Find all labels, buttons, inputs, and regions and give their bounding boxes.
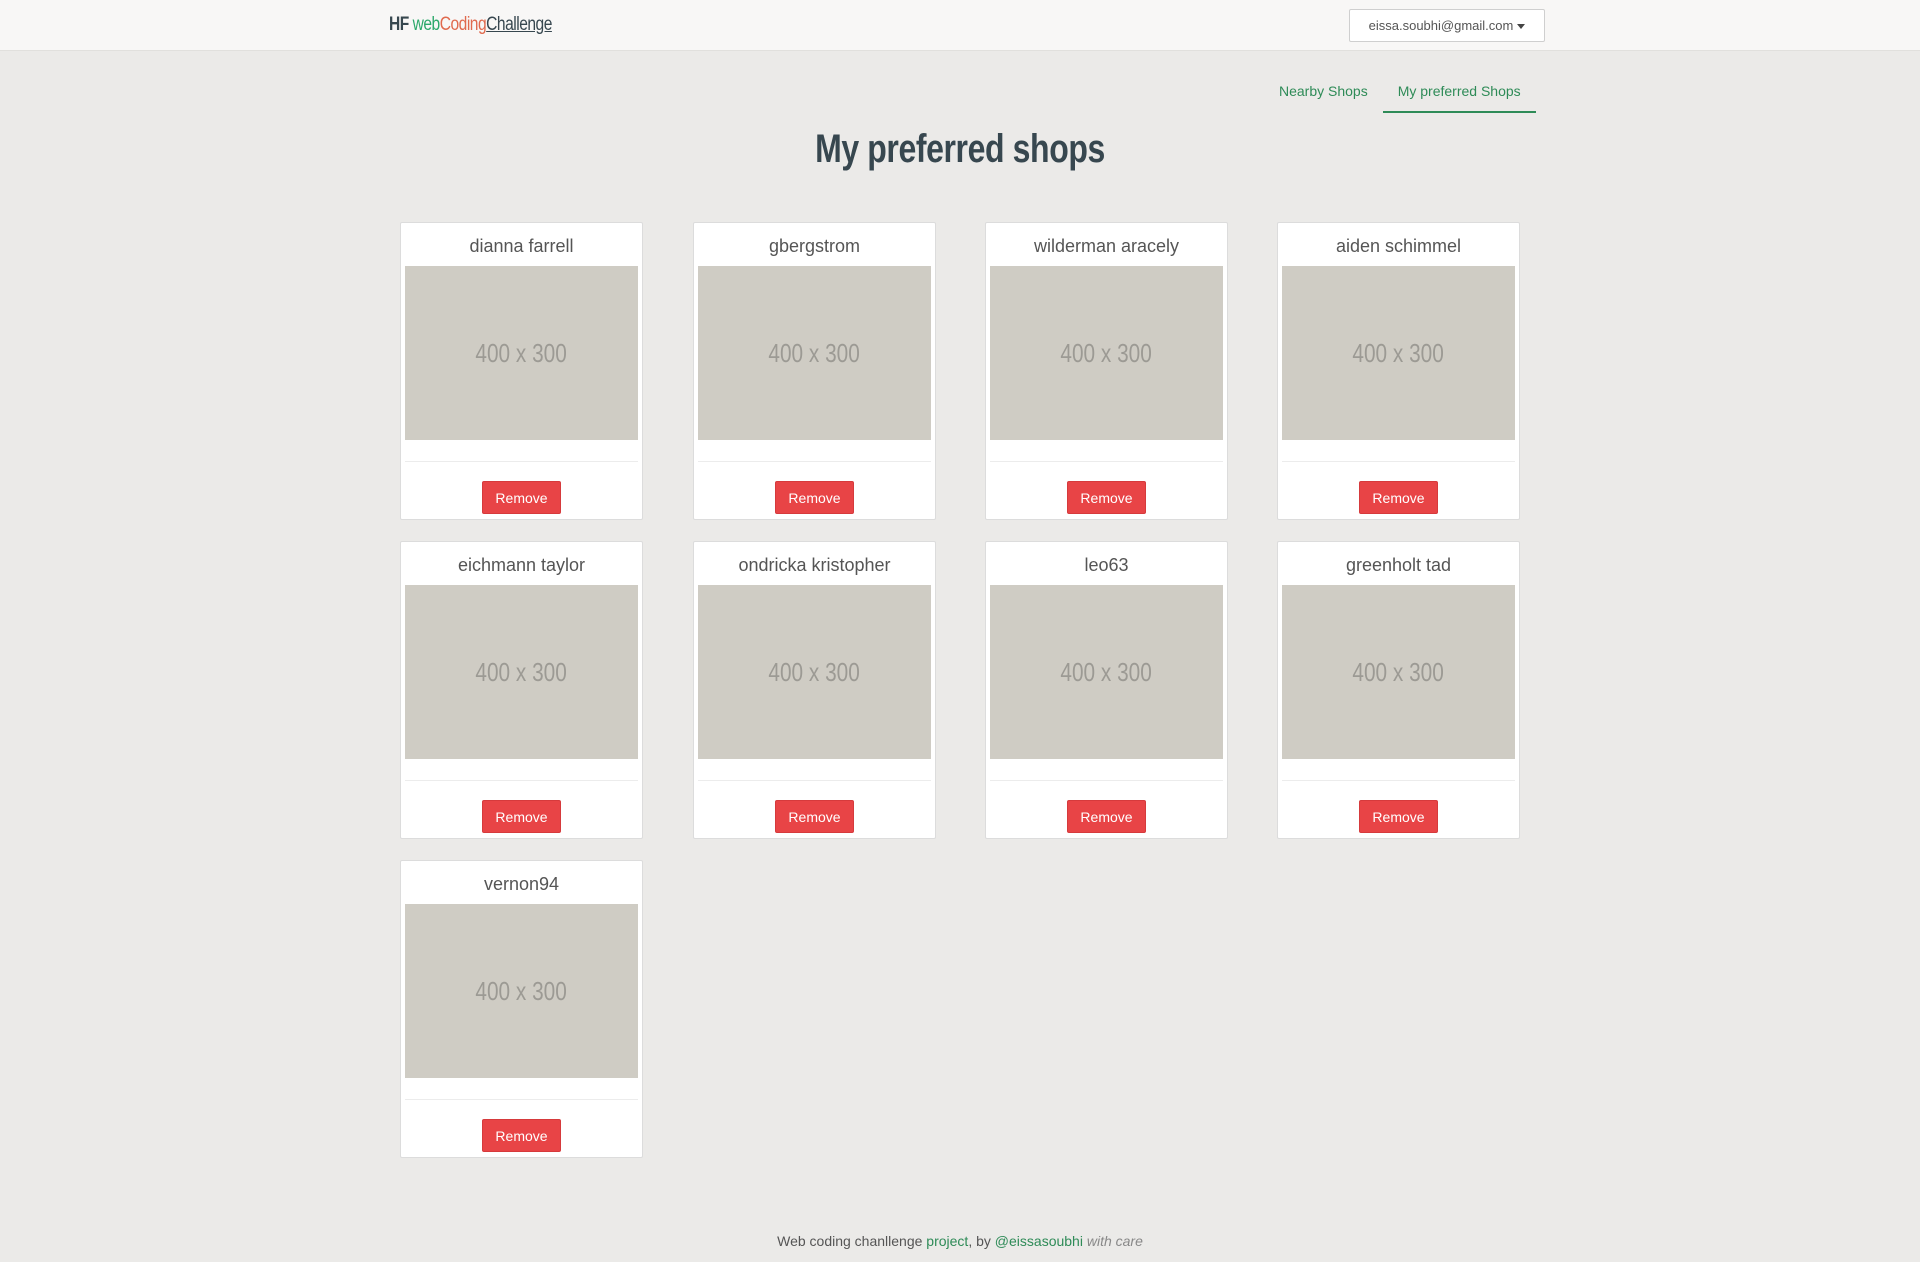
placeholder-label: 400 x 300 xyxy=(475,337,568,368)
placeholder-label: 400 x 300 xyxy=(768,337,861,368)
placeholder-label: 400 x 300 xyxy=(475,975,568,1006)
shop-name: wilderman aracely xyxy=(1033,236,1180,256)
shop-card: greenholt tad 400 x 300 Remove xyxy=(1277,541,1520,839)
card-divider xyxy=(990,461,1223,462)
shop-image-placeholder: 400 x 300 xyxy=(698,585,931,759)
brand-part-web: web xyxy=(412,14,441,35)
remove-button[interactable]: Remove xyxy=(482,481,561,514)
shop-card: ondricka kristopher 400 x 300 Remove xyxy=(693,541,936,839)
card-divider xyxy=(698,461,931,462)
remove-button[interactable]: Remove xyxy=(482,1119,561,1152)
footer-author-link[interactable]: @eissasoubhi xyxy=(995,1233,1083,1249)
brand-part-challenge: Challenge xyxy=(486,14,552,35)
card-divider xyxy=(405,780,638,781)
shop-card: dianna farrell 400 x 300 Remove xyxy=(400,222,643,520)
brand-part-hf: HF xyxy=(389,14,413,35)
shop-card: eichmann taylor 400 x 300 Remove xyxy=(400,541,643,839)
shop-image-placeholder: 400 x 300 xyxy=(405,904,638,1078)
shop-image-placeholder: 400 x 300 xyxy=(1282,585,1515,759)
user-email: eissa.soubhi@gmail.com xyxy=(1368,18,1514,33)
shop-image-placeholder: 400 x 300 xyxy=(698,266,931,440)
shop-image-placeholder: 400 x 300 xyxy=(405,266,638,440)
remove-button[interactable]: Remove xyxy=(1067,800,1146,833)
shop-grid: dianna farrell 400 x 300 Remove gbergstr… xyxy=(400,222,1520,1158)
footer-text: , by xyxy=(968,1233,995,1249)
remove-button[interactable]: Remove xyxy=(775,481,854,514)
remove-button[interactable]: Remove xyxy=(775,800,854,833)
shop-card: gbergstrom 400 x 300 Remove xyxy=(693,222,936,520)
card-divider xyxy=(698,780,931,781)
shop-card: aiden schimmel 400 x 300 Remove xyxy=(1277,222,1520,520)
remove-button[interactable]: Remove xyxy=(1359,800,1438,833)
footer-care-text: with care xyxy=(1086,1233,1143,1249)
shop-name: greenholt tad xyxy=(1345,555,1452,575)
card-divider xyxy=(990,780,1223,781)
placeholder-label: 400 x 300 xyxy=(475,656,568,687)
page-footer: Web coding chanllenge project, by @eissa… xyxy=(0,1233,1920,1249)
card-divider xyxy=(1282,461,1515,462)
tab-nearby-shops[interactable]: Nearby Shops xyxy=(1264,75,1383,113)
shop-image-placeholder: 400 x 300 xyxy=(405,585,638,759)
remove-button[interactable]: Remove xyxy=(1067,481,1146,514)
shop-tabs: Nearby Shops My preferred Shops xyxy=(1264,75,1536,113)
placeholder-label: 400 x 300 xyxy=(1352,337,1445,368)
shop-name: aiden schimmel xyxy=(1335,236,1462,256)
brand-logo[interactable]: HF webCodingChallenge xyxy=(389,14,552,36)
shop-name: dianna farrell xyxy=(469,236,574,256)
tab-my-preferred-shops[interactable]: My preferred Shops xyxy=(1382,75,1536,113)
card-divider xyxy=(405,461,638,462)
shop-card: wilderman aracely 400 x 300 Remove xyxy=(985,222,1228,520)
placeholder-label: 400 x 300 xyxy=(1352,656,1445,687)
page-title: My preferred shops xyxy=(815,127,1105,171)
placeholder-label: 400 x 300 xyxy=(768,656,861,687)
shop-name: ondricka kristopher xyxy=(738,555,891,575)
remove-button[interactable]: Remove xyxy=(1359,481,1438,514)
placeholder-label: 400 x 300 xyxy=(1060,337,1153,368)
caret-down-icon xyxy=(1517,24,1526,29)
shop-name: gbergstrom xyxy=(768,236,861,256)
user-dropdown-button[interactable]: eissa.soubhi@gmail.com xyxy=(1349,9,1545,42)
shop-name: eichmann taylor xyxy=(457,555,586,575)
shop-name: vernon94 xyxy=(483,874,560,894)
remove-button[interactable]: Remove xyxy=(482,800,561,833)
top-navbar: HF webCodingChallenge eissa.soubhi@gmail… xyxy=(0,0,1920,51)
shop-card: vernon94 400 x 300 Remove xyxy=(400,860,643,1158)
brand-part-coding: Coding xyxy=(439,14,487,35)
footer-text: Web coding chanllenge xyxy=(777,1233,927,1249)
shop-image-placeholder: 400 x 300 xyxy=(990,266,1223,440)
footer-project-link[interactable]: project xyxy=(926,1233,968,1249)
shop-image-placeholder: 400 x 300 xyxy=(990,585,1223,759)
card-divider xyxy=(405,1099,638,1100)
shop-image-placeholder: 400 x 300 xyxy=(1282,266,1515,440)
placeholder-label: 400 x 300 xyxy=(1060,656,1153,687)
shop-name: leo63 xyxy=(1084,555,1129,575)
card-divider xyxy=(1282,780,1515,781)
shop-card: leo63 400 x 300 Remove xyxy=(985,541,1228,839)
